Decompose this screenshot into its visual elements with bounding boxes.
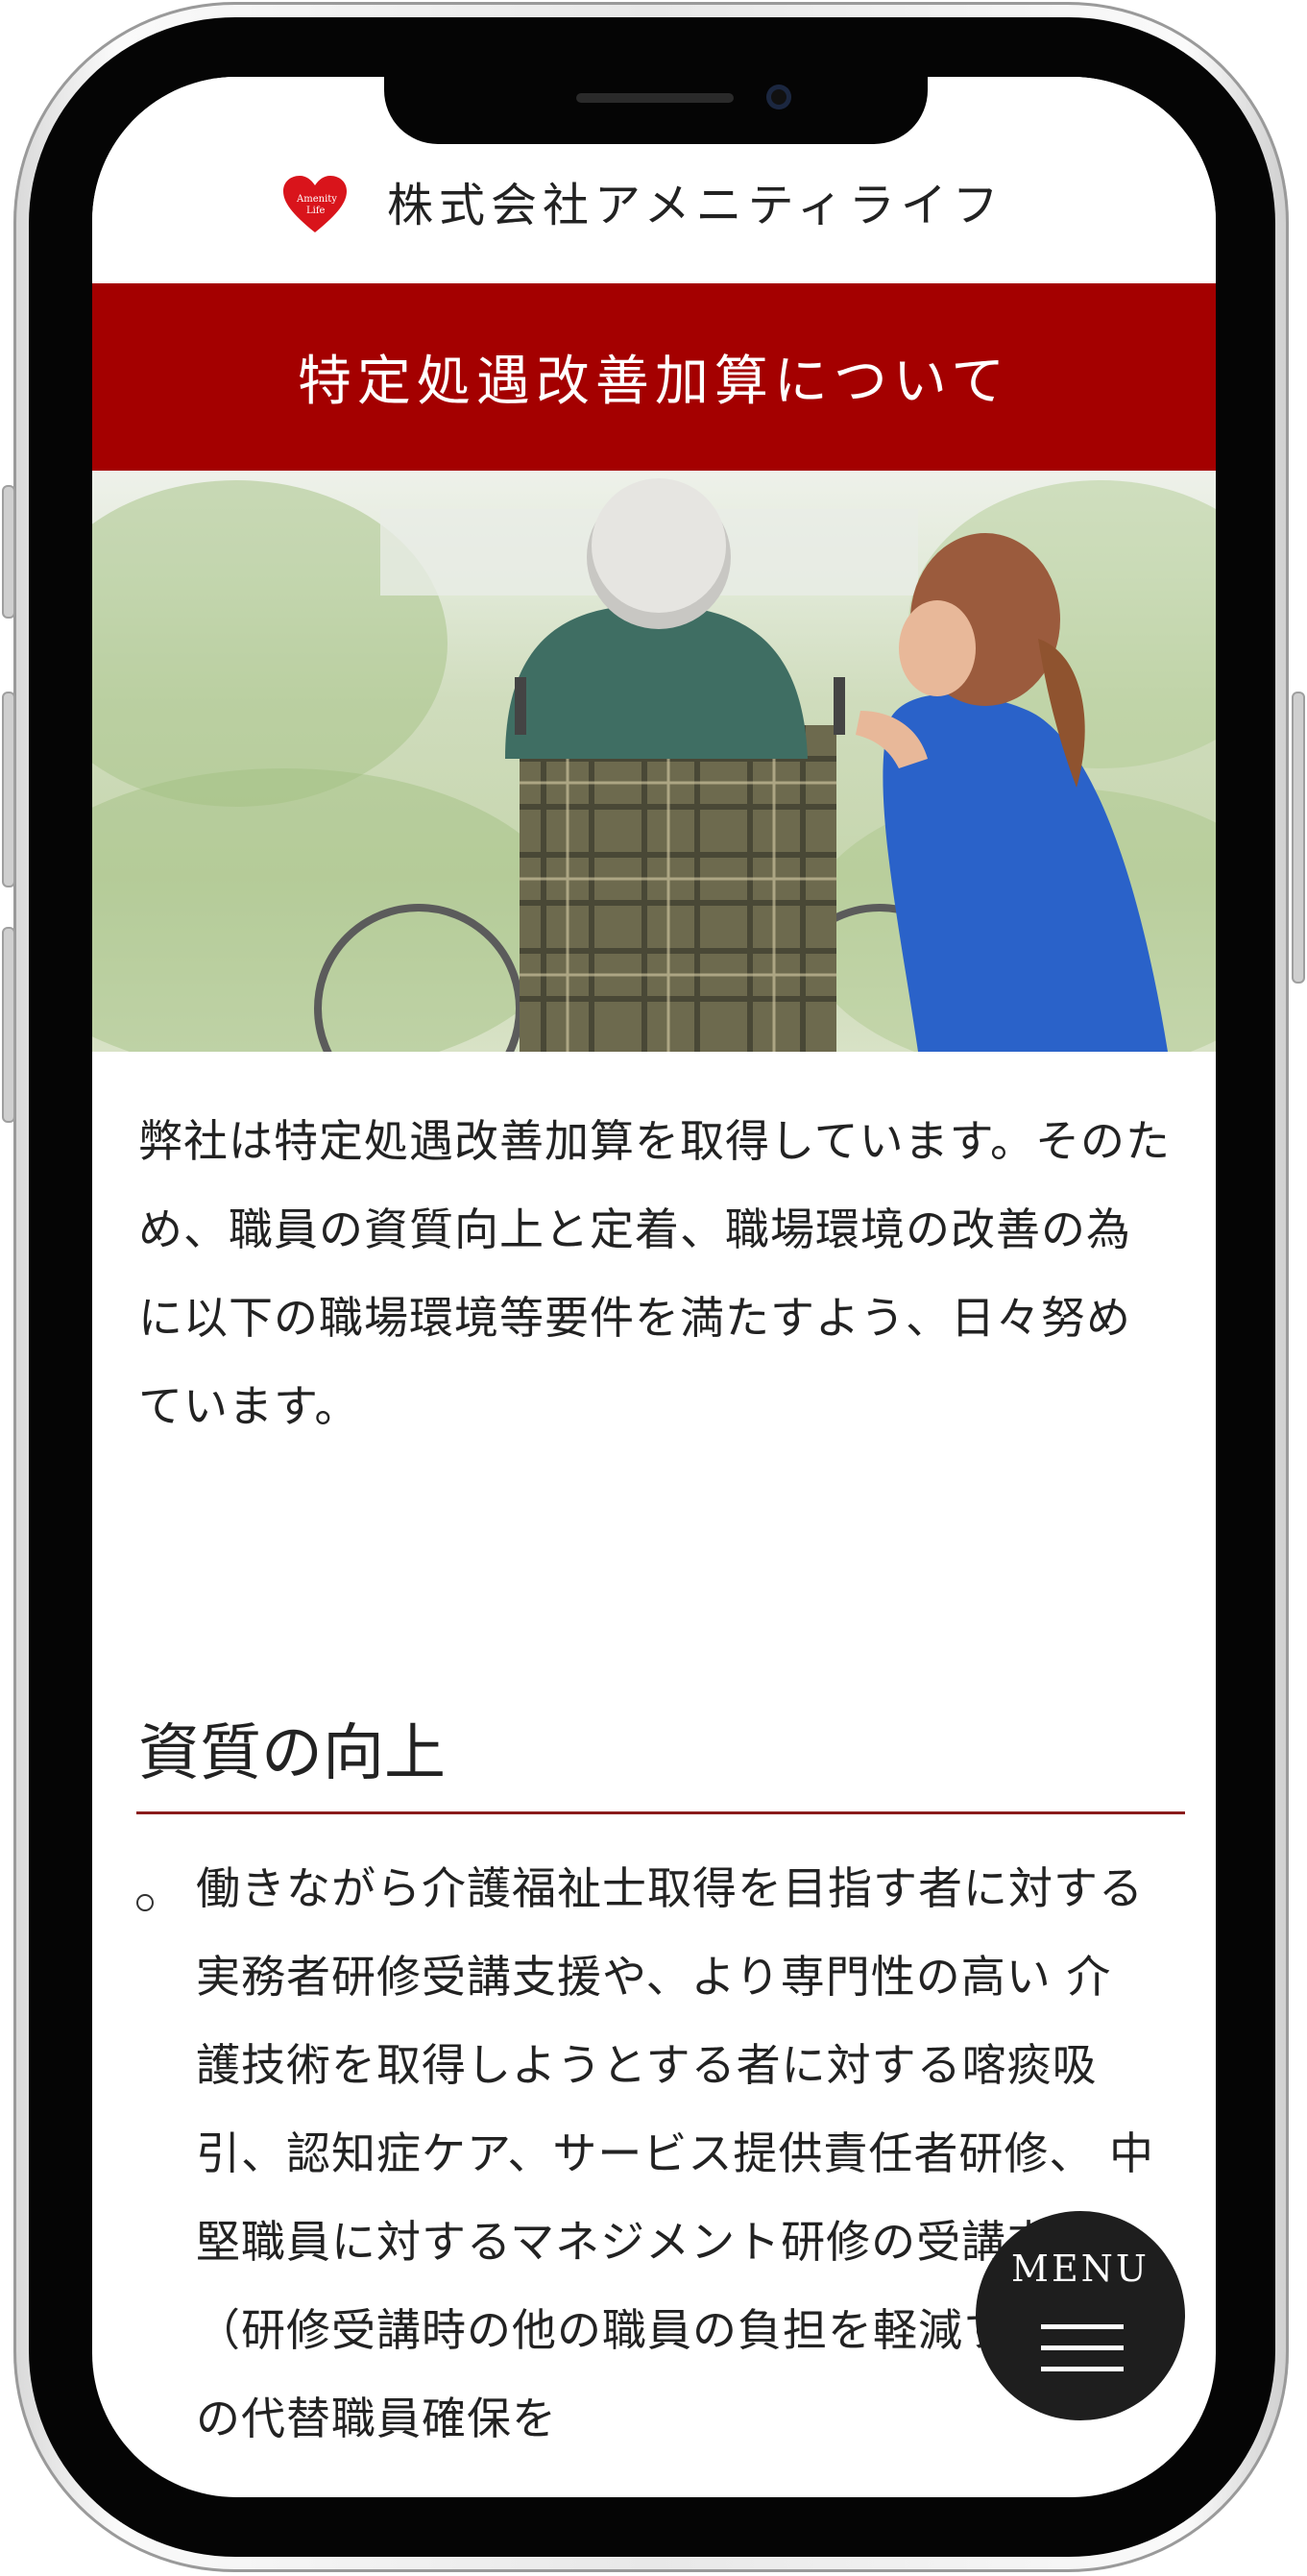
logo-text-top: Amenity: [296, 194, 337, 205]
section-divider: [136, 1811, 1185, 1814]
front-camera: [766, 85, 791, 109]
company-name[interactable]: 株式会社アメニティライフ: [387, 167, 1004, 234]
mute-switch: [2, 485, 15, 619]
notch: [384, 77, 928, 144]
hamburger-icon: [1041, 2324, 1124, 2329]
speaker-grille: [576, 93, 734, 103]
elderly-wheelchair-caregiver-photo-icon: [92, 478, 1216, 1052]
logo-text-bottom: Life: [306, 206, 326, 216]
volume-up-button: [2, 692, 15, 887]
heart-logo-icon[interactable]: Amenity Life: [281, 175, 349, 234]
menu-label: MENU: [1011, 2248, 1150, 2290]
section-title: 資質の向上: [138, 1718, 446, 1789]
hamburger-icon: [1041, 2367, 1124, 2371]
page-title: 特定処遇改善加算について: [297, 351, 1011, 413]
intro-paragraph: 弊社は特定処遇改善加算を取得しています。そのため、職員の資質向上と定着、職場環境…: [138, 1115, 1172, 1432]
menu-button[interactable]: MENU: [976, 2211, 1185, 2420]
hero-image: [92, 471, 1216, 1052]
power-button: [1292, 692, 1305, 984]
volume-down-button: [2, 927, 15, 1123]
page-title-banner: 特定処遇改善加算について: [92, 283, 1216, 471]
hamburger-icon: [1041, 2345, 1124, 2350]
phone-screen: Amenity Life 株式会社アメニティライフ 特定処遇改善加算について 弊…: [92, 77, 1216, 2497]
bullet-circle-icon: [136, 1894, 154, 1911]
